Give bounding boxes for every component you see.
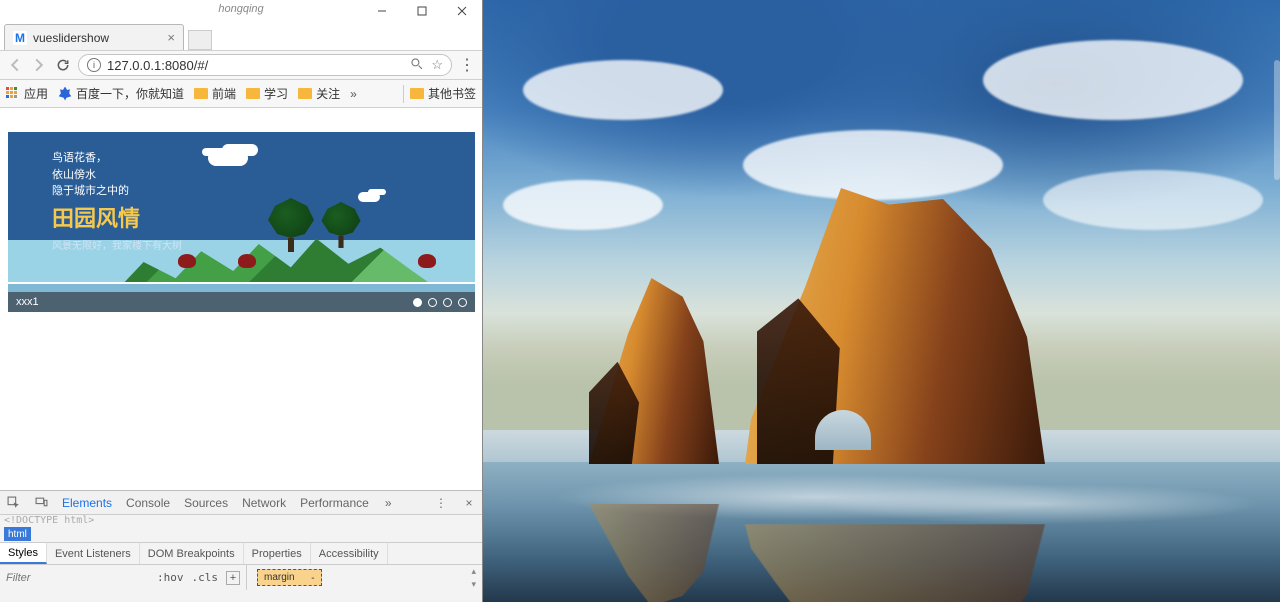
devtools-tab-elements[interactable]: Elements — [62, 496, 112, 510]
search-in-page-icon[interactable] — [410, 57, 423, 73]
tab-close-icon[interactable]: × — [167, 30, 175, 45]
other-bookmarks[interactable]: 其他书签 — [410, 85, 476, 102]
slider-dots — [413, 298, 467, 307]
folder-icon — [246, 88, 260, 99]
maximize-button[interactable] — [402, 0, 442, 22]
wallpaper-reflection — [589, 504, 719, 602]
bookmark-label: 百度一下，你就知道 — [76, 85, 184, 102]
styles-tab-dombreakpoints[interactable]: DOM Breakpoints — [140, 543, 244, 564]
wallpaper-rock-large — [745, 188, 1045, 464]
slide-caption: xxx1 — [16, 296, 39, 308]
devtools-panel: Elements Console Sources Network Perform… — [0, 490, 482, 602]
browser-toolbar: i 127.0.0.1:8080/#/ ☆ ⋮ — [0, 50, 482, 80]
devtools-tab-console[interactable]: Console — [126, 496, 170, 510]
tab-favicon: M — [13, 31, 27, 45]
apps-shortcut[interactable]: 应用 — [6, 85, 48, 102]
slider-caption-bar: xxx1 — [8, 292, 475, 312]
desktop-wallpaper — [483, 0, 1280, 602]
box-model-margin: margin - — [257, 569, 322, 586]
slider-dot[interactable] — [428, 298, 437, 307]
window-controls — [362, 0, 482, 22]
baidu-icon — [58, 87, 72, 101]
page-viewport: 鸟语花香， 依山傍水 隐于城市之中的 田园风情 风景无限好，我家楼下有大树 xx… — [0, 108, 482, 490]
styles-tab-accessibility[interactable]: Accessibility — [311, 543, 388, 564]
device-toolbar-icon[interactable] — [34, 496, 48, 510]
breadcrumb-node[interactable]: html — [4, 527, 31, 541]
inspect-element-icon[interactable] — [6, 496, 20, 510]
browser-tab[interactable]: M vueslidershow × — [4, 24, 184, 50]
new-tab-button[interactable] — [188, 30, 212, 50]
styles-filter-row: :hov .cls + margin - ▴▾ — [0, 564, 482, 590]
slogan-line: 隐于城市之中的 — [52, 183, 182, 200]
devtools-tab-performance[interactable]: Performance — [300, 496, 369, 510]
styles-tab-properties[interactable]: Properties — [244, 543, 311, 564]
bookmark-star-icon[interactable]: ☆ — [431, 57, 443, 73]
styles-tabbar: Styles Event Listeners DOM Breakpoints P… — [0, 542, 482, 564]
wallpaper-rock-small — [589, 278, 719, 464]
devtools-close-icon[interactable]: × — [462, 496, 476, 510]
folder-icon — [194, 88, 208, 99]
slogan-sub: 风景无限好，我家楼下有大树 — [52, 239, 182, 254]
slide-text: 鸟语花香， 依山傍水 隐于城市之中的 田园风情 风景无限好，我家楼下有大树 — [52, 150, 182, 254]
chrome-menu-button[interactable]: ⋮ — [458, 56, 476, 74]
slogan-headline: 田园风情 — [52, 202, 182, 235]
bookmarks-overflow[interactable]: » — [350, 87, 357, 101]
cloud-icon — [208, 150, 248, 166]
styles-filter-input[interactable] — [6, 572, 149, 584]
styles-tab-eventlisteners[interactable]: Event Listeners — [47, 543, 140, 564]
devtools-tab-network[interactable]: Network — [242, 496, 286, 510]
elements-breadcrumb: html — [0, 526, 482, 542]
window-titlebar: hongqing — [0, 0, 482, 22]
tab-title: vueslidershow — [33, 31, 109, 45]
forward-button[interactable] — [30, 56, 48, 74]
slogan-line: 依山傍水 — [52, 167, 182, 184]
site-info-icon[interactable]: i — [87, 58, 101, 72]
hov-toggle[interactable]: :hov — [157, 571, 184, 584]
slider-dot[interactable] — [458, 298, 467, 307]
address-bar[interactable]: i 127.0.0.1:8080/#/ ☆ — [78, 54, 452, 76]
bookmark-label: 学习 — [264, 85, 288, 102]
slogan-line: 鸟语花香， — [52, 150, 182, 167]
elements-source-line: <!DOCTYPE html> — [0, 515, 482, 526]
cloud-icon — [358, 192, 380, 202]
wallpaper-reflection — [745, 524, 1045, 602]
bookmark-folder[interactable]: 前端 — [194, 85, 236, 102]
devtools-tab-sources[interactable]: Sources — [184, 496, 228, 510]
folder-icon — [410, 88, 424, 99]
window-title: hongqing — [218, 3, 263, 15]
bookmarks-bar: 应用 百度一下，你就知道 前端 学习 关注 » 其他书签 — [0, 80, 482, 108]
cls-toggle[interactable]: .cls — [192, 571, 219, 584]
new-style-rule-button[interactable]: + — [226, 571, 240, 585]
box-value: - — [311, 573, 314, 584]
divider — [403, 85, 404, 103]
slider-dot[interactable] — [413, 298, 422, 307]
bookmark-folder[interactable]: 学习 — [246, 85, 288, 102]
close-button[interactable] — [442, 0, 482, 22]
devtools-menu-icon[interactable]: ⋮ — [434, 496, 448, 510]
bookmark-item[interactable]: 百度一下，你就知道 — [58, 85, 184, 102]
tab-strip: M vueslidershow × — [0, 22, 482, 50]
back-button[interactable] — [6, 56, 24, 74]
vue-slider[interactable]: 鸟语花香， 依山傍水 隐于城市之中的 田园风情 风景无限好，我家楼下有大树 xx… — [8, 132, 475, 312]
devtools-tabbar: Elements Console Sources Network Perform… — [0, 491, 482, 515]
bookmark-label: 其他书签 — [428, 85, 476, 102]
bookmark-label: 关注 — [316, 85, 340, 102]
apps-icon — [6, 87, 20, 101]
scrollbar-thumb[interactable] — [1274, 60, 1280, 180]
box-label: margin — [264, 572, 295, 583]
bookmark-folder[interactable]: 关注 — [298, 85, 340, 102]
apps-label: 应用 — [24, 85, 48, 102]
styles-tab-styles[interactable]: Styles — [0, 543, 47, 564]
slider-dot[interactable] — [443, 298, 452, 307]
diagram-scroll[interactable]: ▴▾ — [471, 566, 476, 590]
reload-button[interactable] — [54, 56, 72, 74]
url-text: 127.0.0.1:8080/#/ — [107, 58, 208, 73]
box-model-diagram: margin - ▴▾ — [247, 566, 482, 590]
minimize-button[interactable] — [362, 0, 402, 22]
folder-icon — [298, 88, 312, 99]
chrome-window: hongqing M vueslidershow × i 127.0.0.1:8… — [0, 0, 483, 602]
bookmark-label: 前端 — [212, 85, 236, 102]
devtools-tabs-overflow[interactable]: » — [385, 496, 392, 510]
